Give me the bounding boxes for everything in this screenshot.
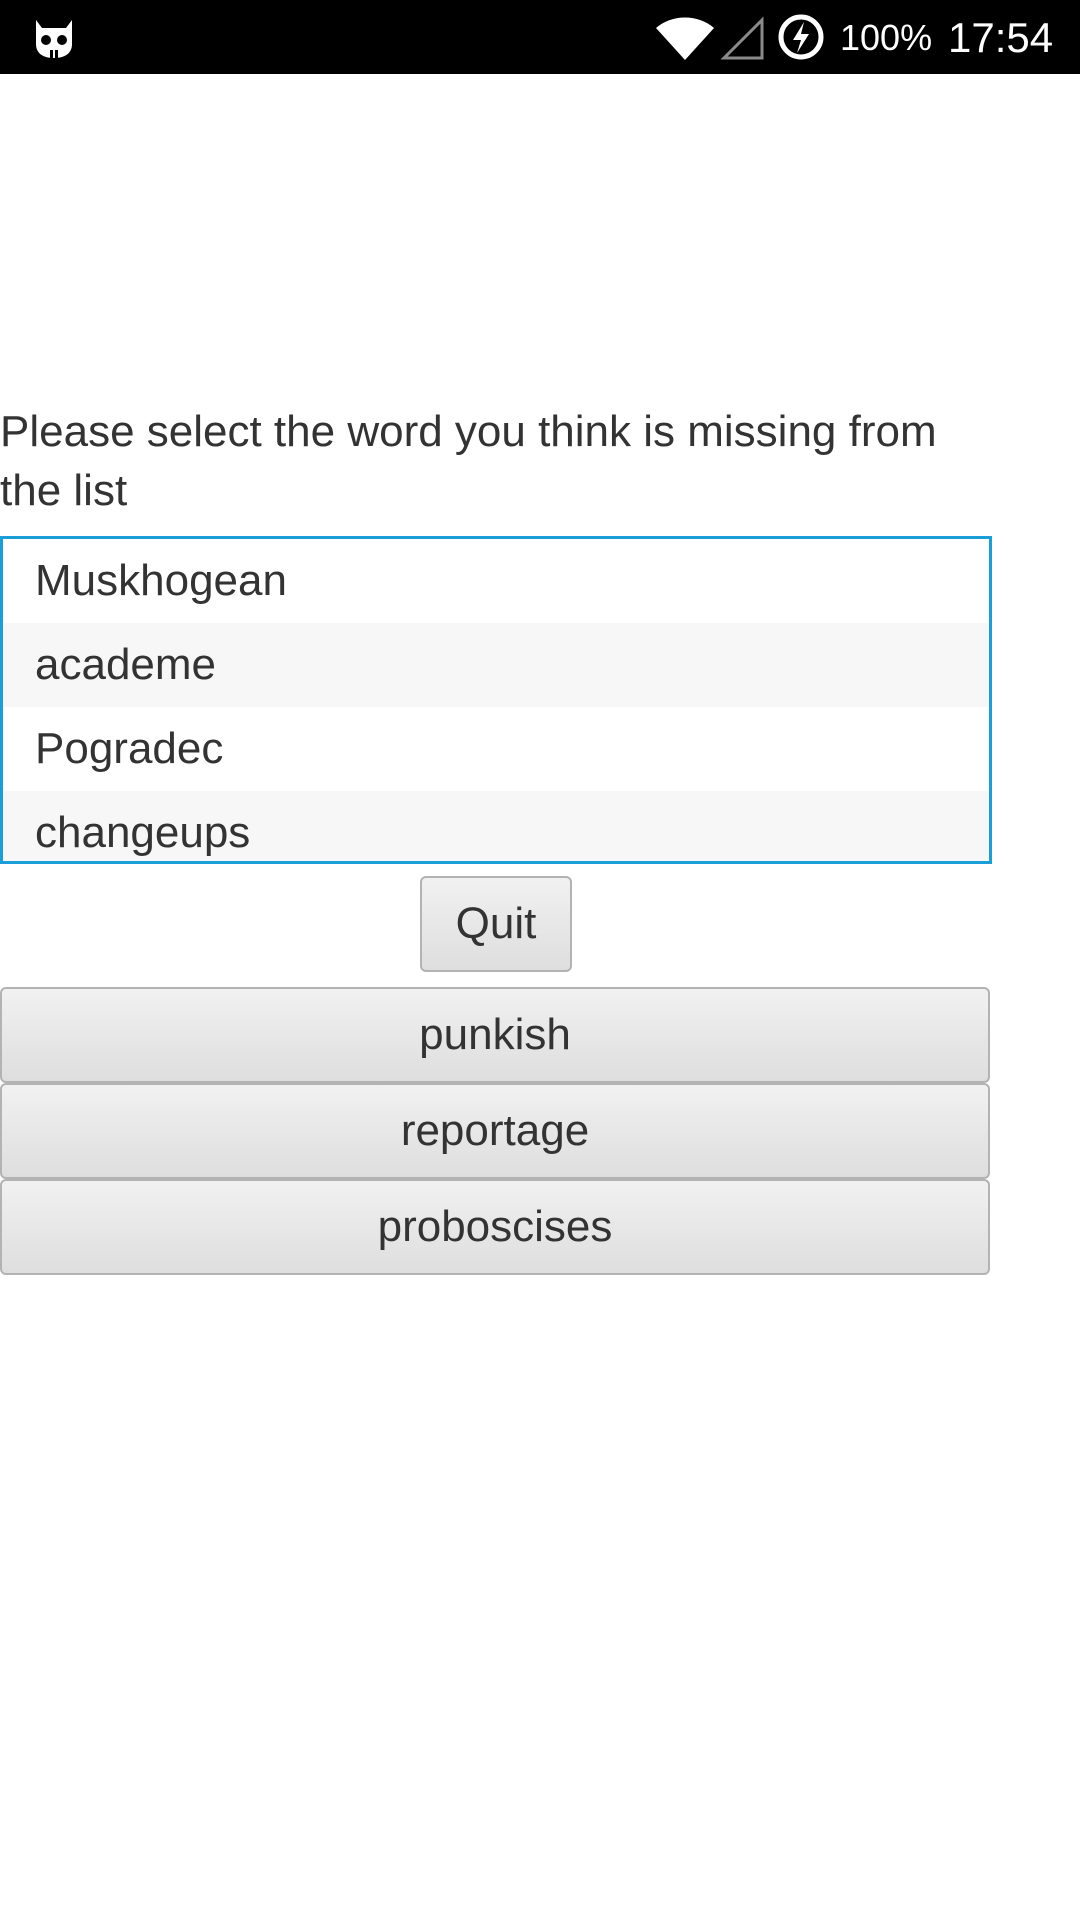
quit-button[interactable]: Quit (420, 876, 572, 972)
list-item[interactable]: academe (3, 623, 989, 707)
choice-button-3[interactable]: proboscises (0, 1179, 990, 1275)
cyanogenmod-icon (30, 14, 78, 62)
list-item[interactable]: Muskhogean (3, 539, 989, 623)
list-item[interactable]: Pogradec (3, 707, 989, 791)
list-item[interactable]: changeups (3, 791, 989, 861)
signal-icon (720, 14, 766, 62)
clock: 17:54 (948, 14, 1054, 61)
battery-percentage: 100% (840, 17, 933, 58)
instruction-text: Please select the word you think is miss… (0, 407, 937, 515)
wifi-icon (654, 14, 716, 62)
word-list[interactable]: Muskhogean academe Pogradec changeups (0, 536, 992, 864)
choice-button-2[interactable]: reportage (0, 1083, 990, 1179)
battery-charging-icon (776, 12, 826, 62)
choice-button-1[interactable]: punkish (0, 987, 990, 1083)
status-bar: 100% 17:54 (0, 0, 1080, 74)
